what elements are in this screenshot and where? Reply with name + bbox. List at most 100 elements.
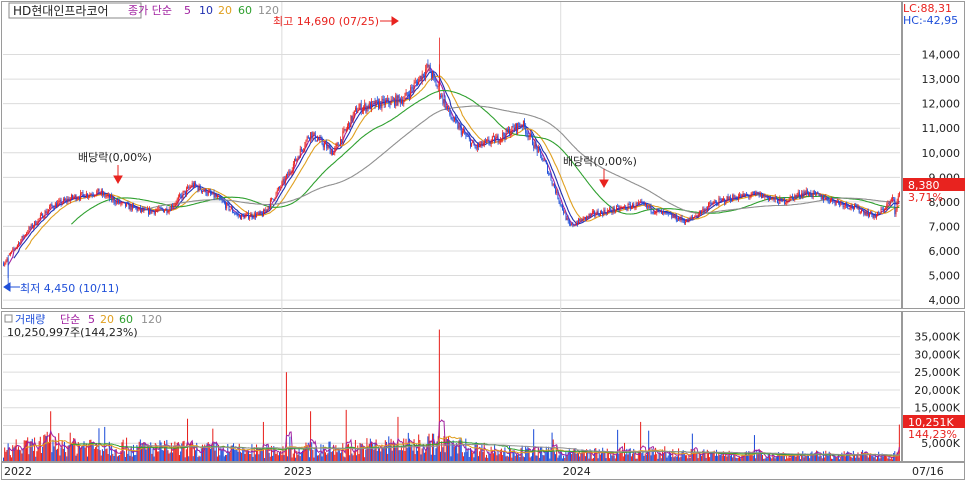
volume-bar bbox=[193, 446, 195, 461]
ma-legend-20: 20 bbox=[218, 4, 232, 17]
candle-body bbox=[812, 191, 814, 197]
candle-body bbox=[341, 139, 343, 143]
candle-body bbox=[271, 198, 272, 200]
candle-body bbox=[66, 198, 68, 202]
candle-body bbox=[479, 144, 481, 147]
volume-bar bbox=[376, 451, 378, 461]
candle-body bbox=[244, 215, 246, 219]
volume-bar bbox=[291, 457, 293, 461]
volume-bar bbox=[297, 454, 299, 461]
candle-body bbox=[563, 209, 565, 214]
volume-bar bbox=[599, 454, 601, 461]
volume-bar bbox=[753, 435, 755, 461]
candle-body bbox=[457, 121, 459, 129]
candle-body bbox=[441, 95, 443, 97]
candle-body bbox=[284, 177, 286, 183]
volume-bar bbox=[162, 450, 164, 461]
candle-body bbox=[865, 212, 867, 216]
candle-body bbox=[866, 211, 868, 216]
volume-bar bbox=[536, 455, 538, 461]
candle-body bbox=[121, 202, 123, 204]
candle-body bbox=[721, 198, 723, 200]
price-tick-label: 12,000 bbox=[922, 98, 961, 111]
candle-body bbox=[458, 125, 460, 129]
candle-body bbox=[516, 123, 517, 132]
candle-body bbox=[138, 207, 140, 209]
candle-body bbox=[453, 117, 455, 122]
candle-body bbox=[42, 213, 44, 219]
candle-body bbox=[23, 235, 25, 238]
candle-body bbox=[843, 205, 845, 208]
candle-body bbox=[879, 212, 881, 214]
candle-body bbox=[771, 197, 773, 199]
candle-body bbox=[110, 195, 111, 199]
candle-body bbox=[667, 212, 669, 214]
volume-bar bbox=[613, 455, 615, 461]
candle-body bbox=[767, 197, 769, 201]
candle-body bbox=[628, 204, 630, 205]
volume-bar bbox=[59, 455, 61, 461]
volume-tick-label: 30,000K bbox=[914, 348, 960, 361]
volume-bar bbox=[356, 455, 358, 461]
candle-body bbox=[886, 204, 888, 209]
candle-body bbox=[727, 196, 729, 200]
volume-bar bbox=[268, 452, 270, 461]
volume-bar bbox=[611, 455, 613, 461]
candle-body bbox=[384, 100, 386, 105]
candle-body bbox=[183, 190, 185, 193]
volume-bar bbox=[334, 454, 336, 461]
candle-body bbox=[31, 224, 33, 228]
candle-body bbox=[383, 98, 385, 105]
candle-body bbox=[633, 203, 635, 209]
candle-body bbox=[815, 191, 816, 194]
price-tick-label: 13,000 bbox=[922, 73, 961, 86]
volume-bar bbox=[316, 455, 318, 461]
volume-bar bbox=[123, 451, 125, 461]
stock-name[interactable]: HD현대인프라코어 bbox=[13, 4, 109, 18]
volume-bar bbox=[503, 452, 505, 461]
volume-tick-label: 35,000K bbox=[914, 331, 960, 344]
volume-bar bbox=[330, 451, 332, 461]
candle-body bbox=[437, 86, 439, 88]
time-axis-label: 07/16 bbox=[912, 465, 944, 478]
volume-bar bbox=[642, 451, 644, 461]
candle-body bbox=[819, 194, 821, 196]
candle-body bbox=[22, 236, 24, 238]
candle-body bbox=[578, 218, 580, 225]
volume-bar bbox=[648, 430, 650, 461]
candle-body bbox=[367, 106, 369, 109]
candle-body bbox=[241, 214, 243, 220]
volume-bar bbox=[66, 456, 68, 461]
volume-bar bbox=[43, 435, 45, 461]
candle-body bbox=[333, 152, 335, 155]
volume-tick-label: 25,000K bbox=[914, 366, 960, 379]
candle-body bbox=[518, 123, 520, 126]
candle-body bbox=[194, 182, 195, 188]
volume-bar bbox=[498, 454, 500, 461]
candle-body bbox=[635, 203, 637, 208]
volume-bar bbox=[675, 456, 677, 461]
candle-body bbox=[826, 196, 828, 200]
candle-body bbox=[208, 191, 210, 192]
candle-body bbox=[820, 194, 822, 200]
candle-body bbox=[849, 208, 851, 209]
volume-bar bbox=[107, 453, 109, 461]
volume-bar bbox=[411, 444, 413, 461]
candle-body bbox=[451, 117, 453, 121]
volume-bar bbox=[561, 458, 563, 461]
volume-bar bbox=[541, 446, 543, 461]
candle-body bbox=[539, 147, 540, 150]
volume-bar bbox=[234, 449, 236, 461]
candle-body bbox=[329, 146, 331, 155]
volume-bar bbox=[367, 448, 369, 461]
volume-bar bbox=[6, 450, 8, 461]
candle-body bbox=[566, 217, 568, 220]
volume-bar bbox=[199, 456, 201, 461]
volume-bar bbox=[517, 454, 519, 461]
volume-bar bbox=[296, 450, 298, 461]
candle-body bbox=[146, 208, 148, 211]
volume-bar bbox=[106, 448, 108, 461]
volume-bar bbox=[597, 458, 599, 461]
volume-bar bbox=[281, 455, 283, 461]
candle-body bbox=[65, 198, 67, 201]
